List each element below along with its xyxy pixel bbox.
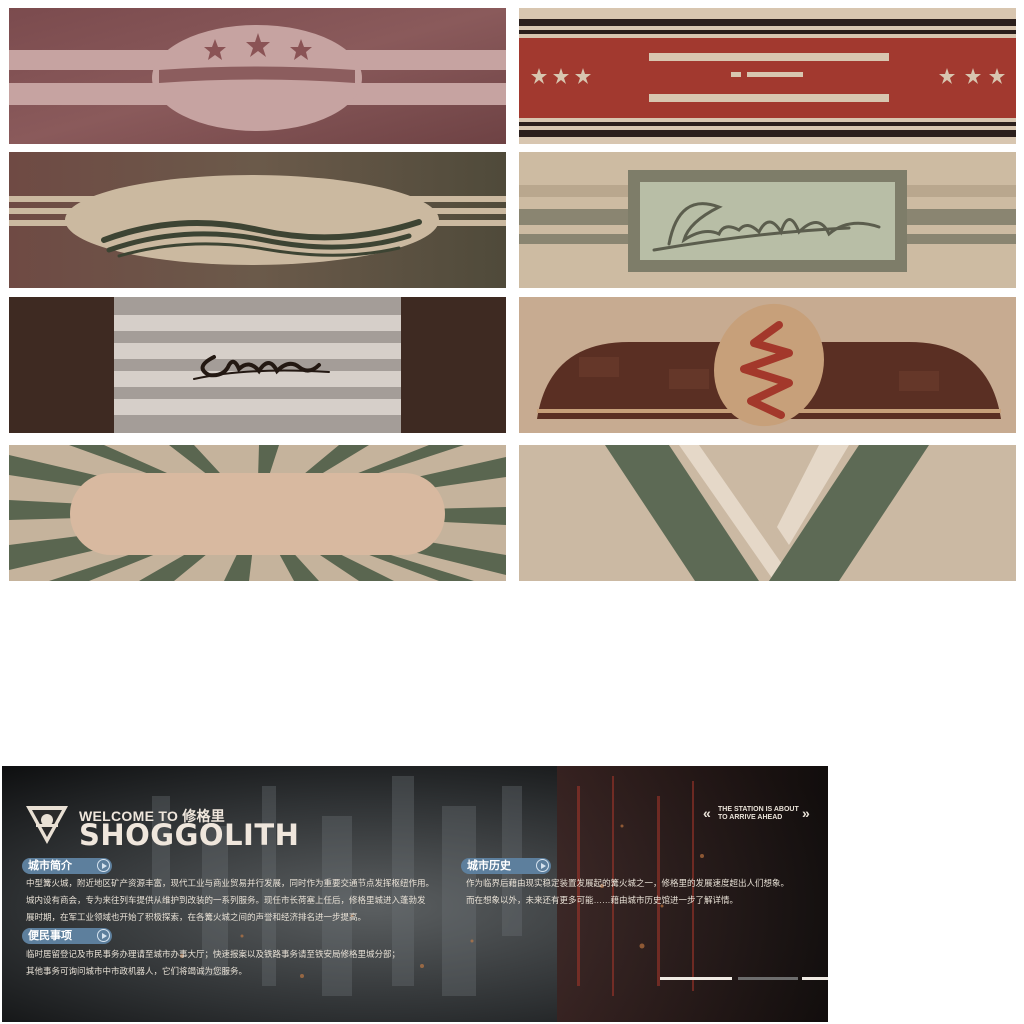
chevron-left-icon: «	[703, 805, 711, 821]
play-icon	[97, 859, 110, 872]
history-tag[interactable]: 城市历史	[461, 858, 551, 874]
services-text: 临时居留登记及市民事务办理请至城市办事大厅；快速报案以及铁路事务请至铁安局修格里…	[26, 949, 401, 976]
shoggolith-logo	[26, 806, 68, 844]
services-tag[interactable]: 便民事项	[22, 928, 112, 944]
chevron-right-icon: »	[802, 805, 810, 821]
city-title: SHOGGOLITH	[79, 818, 300, 852]
tile-wave-oval	[9, 152, 506, 288]
tile-sunburst-capsule	[9, 445, 506, 581]
intro-text: 中型篝火城，附近地区矿产资源丰富，现代工业与商业贸易并行发展，同时作为重要交通节…	[26, 878, 435, 922]
tile-stars-oval	[9, 8, 506, 144]
tile-v-chevron	[519, 445, 1016, 581]
play-icon	[536, 859, 549, 872]
history-text: 作为临界后藉由现实稳定装置发展起的篝火城之一，修格里的发展速度超出人们想象。 而…	[466, 878, 790, 905]
progress-segment-active[interactable]	[660, 977, 732, 980]
progress-segment[interactable]	[738, 977, 798, 980]
city-welcome-banner: WELCOME TO 修格里 SHOGGOLITH « THE STATION I…	[2, 766, 828, 1022]
progress-segment[interactable]	[802, 977, 828, 980]
intro-tag[interactable]: 城市简介	[22, 858, 112, 874]
tile-signature-frame	[519, 152, 1016, 288]
play-icon	[97, 929, 110, 942]
tile-arch-croissant	[519, 297, 1016, 433]
tile-red-stars-stripes	[519, 8, 1016, 144]
tile-signature-stripes	[9, 297, 506, 433]
